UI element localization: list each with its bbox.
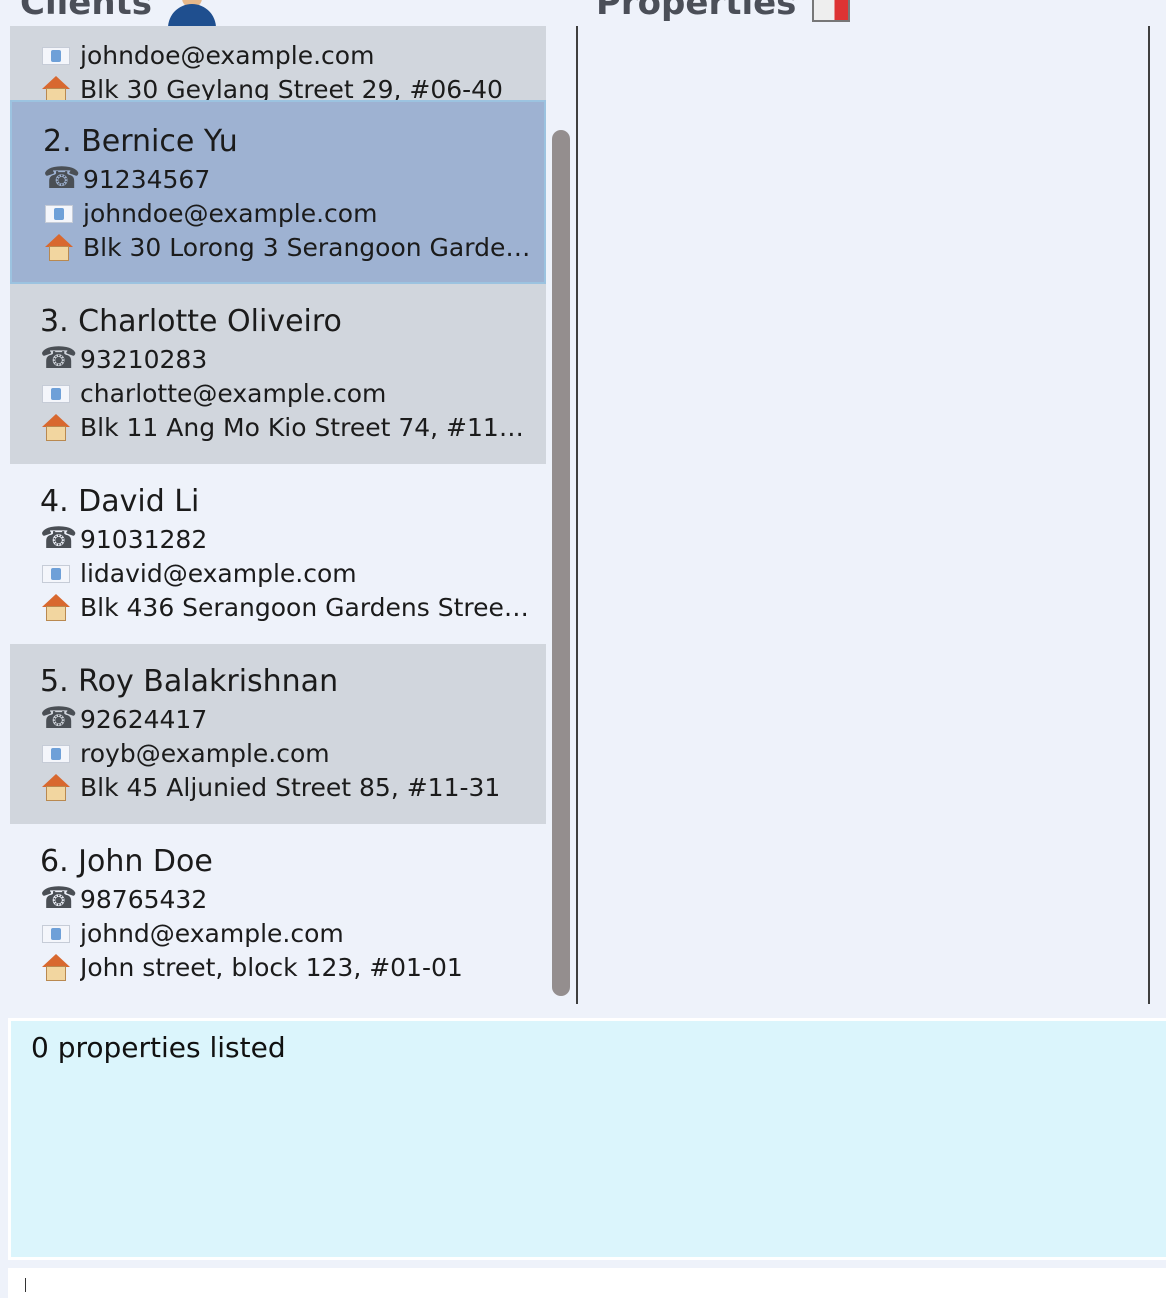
text-caret	[25, 1278, 26, 1292]
client-name: 6. John Doe	[40, 844, 213, 879]
clients-header: Clients	[20, 0, 218, 30]
phone-icon	[40, 521, 77, 556]
client-email: royb@example.com	[80, 738, 330, 768]
client-name: 5. Roy Balakrishnan	[40, 664, 339, 699]
client-email: johnd@example.com	[80, 918, 344, 948]
email-icon	[40, 40, 72, 70]
properties-header: Properties	[596, 0, 851, 26]
house-icon	[40, 772, 72, 802]
client-phone: 91031282	[80, 524, 208, 554]
client-name: 3. Charlotte Oliveiro	[40, 304, 342, 339]
house-icon	[43, 232, 75, 262]
client-phone-row: 98765432	[40, 881, 546, 916]
client-list-scrollbar-thumb[interactable]	[552, 130, 570, 996]
email-icon	[40, 378, 72, 408]
client-card-1[interactable]: johndoe@example.com Blk 30 Geylang Stree…	[10, 26, 546, 104]
email-icon	[43, 198, 75, 228]
client-phone-row: 91234567	[43, 161, 544, 196]
person-avatar-icon	[166, 0, 218, 30]
email-icon	[40, 738, 72, 768]
client-address: Blk 436 Serangoon Gardens Street 26, ...	[80, 592, 530, 622]
house-icon	[40, 412, 72, 442]
properties-title: Properties	[596, 0, 797, 23]
client-address-row: Blk 45 Aljunied Street 85, #11-31	[40, 770, 546, 804]
client-address-row: Blk 11 Ang Mo Kio Street 74, #11-04	[40, 410, 546, 444]
client-phone-row: 91031282	[40, 521, 546, 556]
client-list[interactable]: johndoe@example.com Blk 30 Geylang Stree…	[10, 26, 546, 1004]
client-email-row: charlotte@example.com	[40, 376, 546, 410]
client-card-4[interactable]: 4. David Li 91031282 lidavid@example.com…	[10, 464, 546, 644]
house-icon	[40, 952, 72, 982]
client-phone-row: 93210283	[40, 341, 546, 376]
client-card-5[interactable]: 5. Roy Balakrishnan 92624417 royb@exampl…	[10, 644, 546, 824]
house-icon	[40, 592, 72, 622]
client-email-row: johndoe@example.com	[43, 196, 544, 230]
phone-icon	[40, 701, 77, 736]
command-input[interactable]	[8, 1268, 1166, 1298]
result-message: 0 properties listed	[31, 1031, 286, 1064]
client-address: John street, block 123, #01-01	[80, 952, 463, 982]
phone-icon	[40, 341, 77, 376]
phone-icon	[43, 161, 80, 196]
client-card-2[interactable]: 2. Bernice Yu 91234567 johndoe@example.c…	[10, 100, 546, 284]
client-phone: 93210283	[80, 344, 208, 374]
client-card-6[interactable]: 6. John Doe 98765432 johnd@example.com J…	[10, 824, 546, 1004]
property-list[interactable]	[576, 26, 1150, 1004]
result-display: 0 properties listed	[8, 1018, 1166, 1260]
phone-icon	[40, 881, 77, 916]
client-phone-row: 92624417	[40, 701, 546, 736]
email-icon	[40, 918, 72, 948]
client-name: 4. David Li	[40, 484, 200, 519]
client-phone: 98765432	[80, 884, 208, 914]
client-address-row: Blk 436 Serangoon Gardens Street 26, ...	[40, 590, 546, 624]
client-phone: 91234567	[83, 164, 211, 194]
client-email: johndoe@example.com	[80, 40, 375, 70]
client-address-row: John street, block 123, #01-01	[40, 950, 546, 984]
client-address: Blk 30 Lorong 3 Serangoon Gardens, #...	[83, 232, 533, 262]
client-email: johndoe@example.com	[83, 198, 378, 228]
clients-title: Clients	[20, 0, 153, 23]
client-email-row: johndoe@example.com	[40, 38, 546, 72]
client-address: Blk 11 Ang Mo Kio Street 74, #11-04	[80, 412, 530, 442]
house-building-icon	[812, 0, 851, 22]
client-address: Blk 45 Aljunied Street 85, #11-31	[80, 772, 501, 802]
client-email-row: lidavid@example.com	[40, 556, 546, 590]
client-email-row: johnd@example.com	[40, 916, 546, 950]
client-name: 2. Bernice Yu	[43, 124, 238, 159]
email-icon	[40, 558, 72, 588]
client-card-3[interactable]: 3. Charlotte Oliveiro 93210283 charlotte…	[10, 284, 546, 464]
client-email-row: royb@example.com	[40, 736, 546, 770]
client-address-row: Blk 30 Lorong 3 Serangoon Gardens, #...	[43, 230, 544, 264]
client-email: charlotte@example.com	[80, 378, 387, 408]
client-phone: 92624417	[80, 704, 208, 734]
client-email: lidavid@example.com	[80, 558, 357, 588]
